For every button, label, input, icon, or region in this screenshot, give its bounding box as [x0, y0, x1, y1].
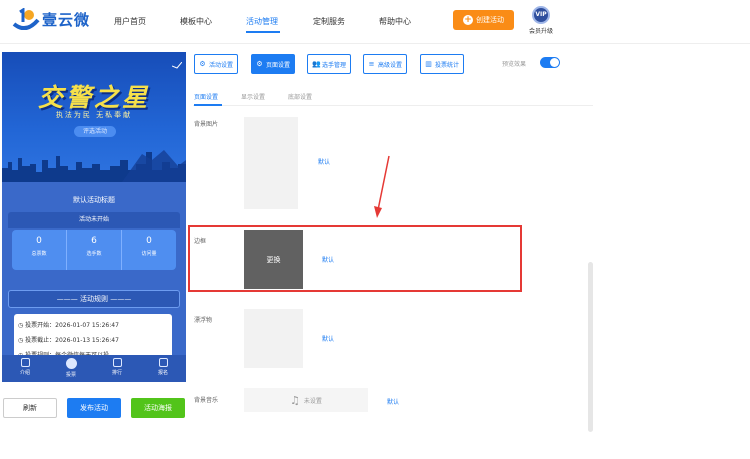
activity-settings-button[interactable]: ⚙ 活动设置: [194, 54, 239, 74]
background-default-link[interactable]: 默认: [318, 157, 330, 166]
rules-header: ——— 活动规则 ———: [8, 290, 180, 308]
tab-vote[interactable]: 投票: [48, 355, 94, 382]
bird-icon: [172, 62, 182, 69]
nav-active-underline: [246, 31, 280, 33]
create-activity-button[interactable]: + 创建活动: [453, 10, 514, 30]
stat-total-votes: 0 总票数: [12, 230, 67, 270]
logo[interactable]: 壹云微: [12, 8, 90, 30]
users-icon: 👥: [312, 59, 321, 68]
tab-intro[interactable]: 介绍: [2, 355, 48, 382]
edit-icon: [158, 358, 168, 367]
floating-objects-preview[interactable]: [244, 309, 303, 368]
preview-label: 预览效果: [502, 61, 527, 68]
stat-label: 访问量: [141, 251, 157, 257]
stat-value: 0: [146, 236, 152, 246]
rules-title: 活动规则: [80, 295, 108, 303]
background-image-label: 背景图片: [194, 121, 219, 128]
music-note-icon: ♫: [290, 393, 300, 407]
preview-tabbar: 介绍 投票 排行 报名: [2, 355, 186, 382]
advanced-settings-button[interactable]: ≡ 高级设置: [363, 54, 408, 74]
nav-help-center[interactable]: 帮助中心: [379, 16, 411, 27]
preview-banner: 交警之星 执法为民 无私奉献 评选活动: [2, 52, 186, 182]
vip-label: 会员升级: [528, 28, 553, 35]
sliders-icon: ≡: [368, 59, 375, 68]
document-icon: [20, 358, 30, 367]
vip-icon: VIP: [532, 6, 550, 24]
scrollbar[interactable]: [588, 262, 593, 432]
music-value: 未设置: [303, 397, 322, 405]
music-default-link[interactable]: 默认: [387, 397, 399, 406]
nav-activity-management[interactable]: 活动管理: [246, 16, 278, 27]
create-activity-label: 创建活动: [476, 16, 504, 24]
rule-line: ◷ 投票截止：2026-01-13 15:26:47: [18, 337, 119, 344]
city-skyline-image: [2, 150, 186, 182]
subtab-footer-settings[interactable]: 底部设置: [288, 92, 312, 101]
stat-label: 选手数: [86, 251, 102, 257]
publish-activity-button[interactable]: 发布活动: [67, 398, 121, 418]
stat-contestants: 6 选手数: [67, 230, 122, 270]
subtab-display-settings[interactable]: 显示设置: [241, 92, 265, 101]
subtab-divider: [193, 105, 593, 106]
nav-custom-service[interactable]: 定制服务: [313, 16, 345, 27]
bar-chart-icon: ▥: [425, 59, 432, 68]
gear-icon: ⚙: [199, 59, 206, 68]
background-music-picker[interactable]: ♫ 未设置: [244, 388, 368, 412]
activity-status: 活动未开始: [8, 212, 180, 228]
top-navbar: 壹云微 用户首页 模板中心 活动管理 定制服务 帮助中心 + 创建活动 VIP …: [0, 0, 750, 44]
rules-right-ornament: ———: [108, 295, 132, 303]
stat-label: 总票数: [31, 251, 47, 257]
banner-title: 交警之星: [37, 83, 150, 112]
logo-icon: [12, 8, 40, 30]
gear-icon: ⚙: [256, 59, 263, 68]
nav-user-home[interactable]: 用户首页: [114, 16, 146, 27]
mobile-preview: 交警之星 执法为民 无私奉献 评选活动 默认活动标题 活动未开始 0 总票数 6…: [2, 52, 186, 382]
preview-toggle[interactable]: [540, 57, 560, 68]
vip-upgrade[interactable]: VIP 会员升级: [524, 6, 558, 35]
rules-left-ornament: ———: [56, 295, 80, 303]
annotation-arrow: [374, 155, 390, 218]
subtab-page-settings[interactable]: 页面设置: [194, 92, 218, 101]
stat-value: 0: [36, 236, 42, 246]
vote-icon: [65, 358, 77, 369]
tab-ranking[interactable]: 排行: [94, 355, 140, 382]
tab-signup[interactable]: 报名: [140, 355, 186, 382]
background-image-preview[interactable]: [244, 117, 298, 209]
rule-line: ◷ 投票开始：2026-01-07 15:26:47: [18, 322, 119, 329]
ranking-icon: [112, 358, 122, 367]
highlight-box: [188, 225, 522, 292]
logo-text: 壹云微: [42, 10, 91, 29]
background-music-label: 背景音乐: [194, 397, 219, 404]
stat-visits: 0 访问量: [122, 230, 176, 270]
activity-poster-button[interactable]: 活动海报: [131, 398, 185, 418]
page-settings-button[interactable]: ⚙ 页面设置: [251, 54, 296, 74]
contestant-management-button[interactable]: 👥 选手管理: [307, 54, 352, 74]
subtab-active-underline: [194, 104, 222, 106]
stat-value: 6: [91, 236, 97, 246]
stats-panel: 0 总票数 6 选手数 0 访问量: [12, 230, 176, 270]
refresh-button[interactable]: 刷新: [3, 398, 57, 418]
banner-tag: 评选活动: [74, 126, 116, 137]
floating-objects-label: 漂浮物: [194, 317, 213, 324]
plus-icon: +: [463, 15, 473, 25]
floating-default-link[interactable]: 默认: [322, 334, 334, 343]
banner-subtitle: 执法为民 无私奉献: [55, 111, 133, 119]
vote-stats-button[interactable]: ▥ 投票统计: [420, 54, 465, 74]
event-title: 默认活动标题: [73, 196, 115, 204]
nav-template-center[interactable]: 模板中心: [180, 16, 212, 27]
